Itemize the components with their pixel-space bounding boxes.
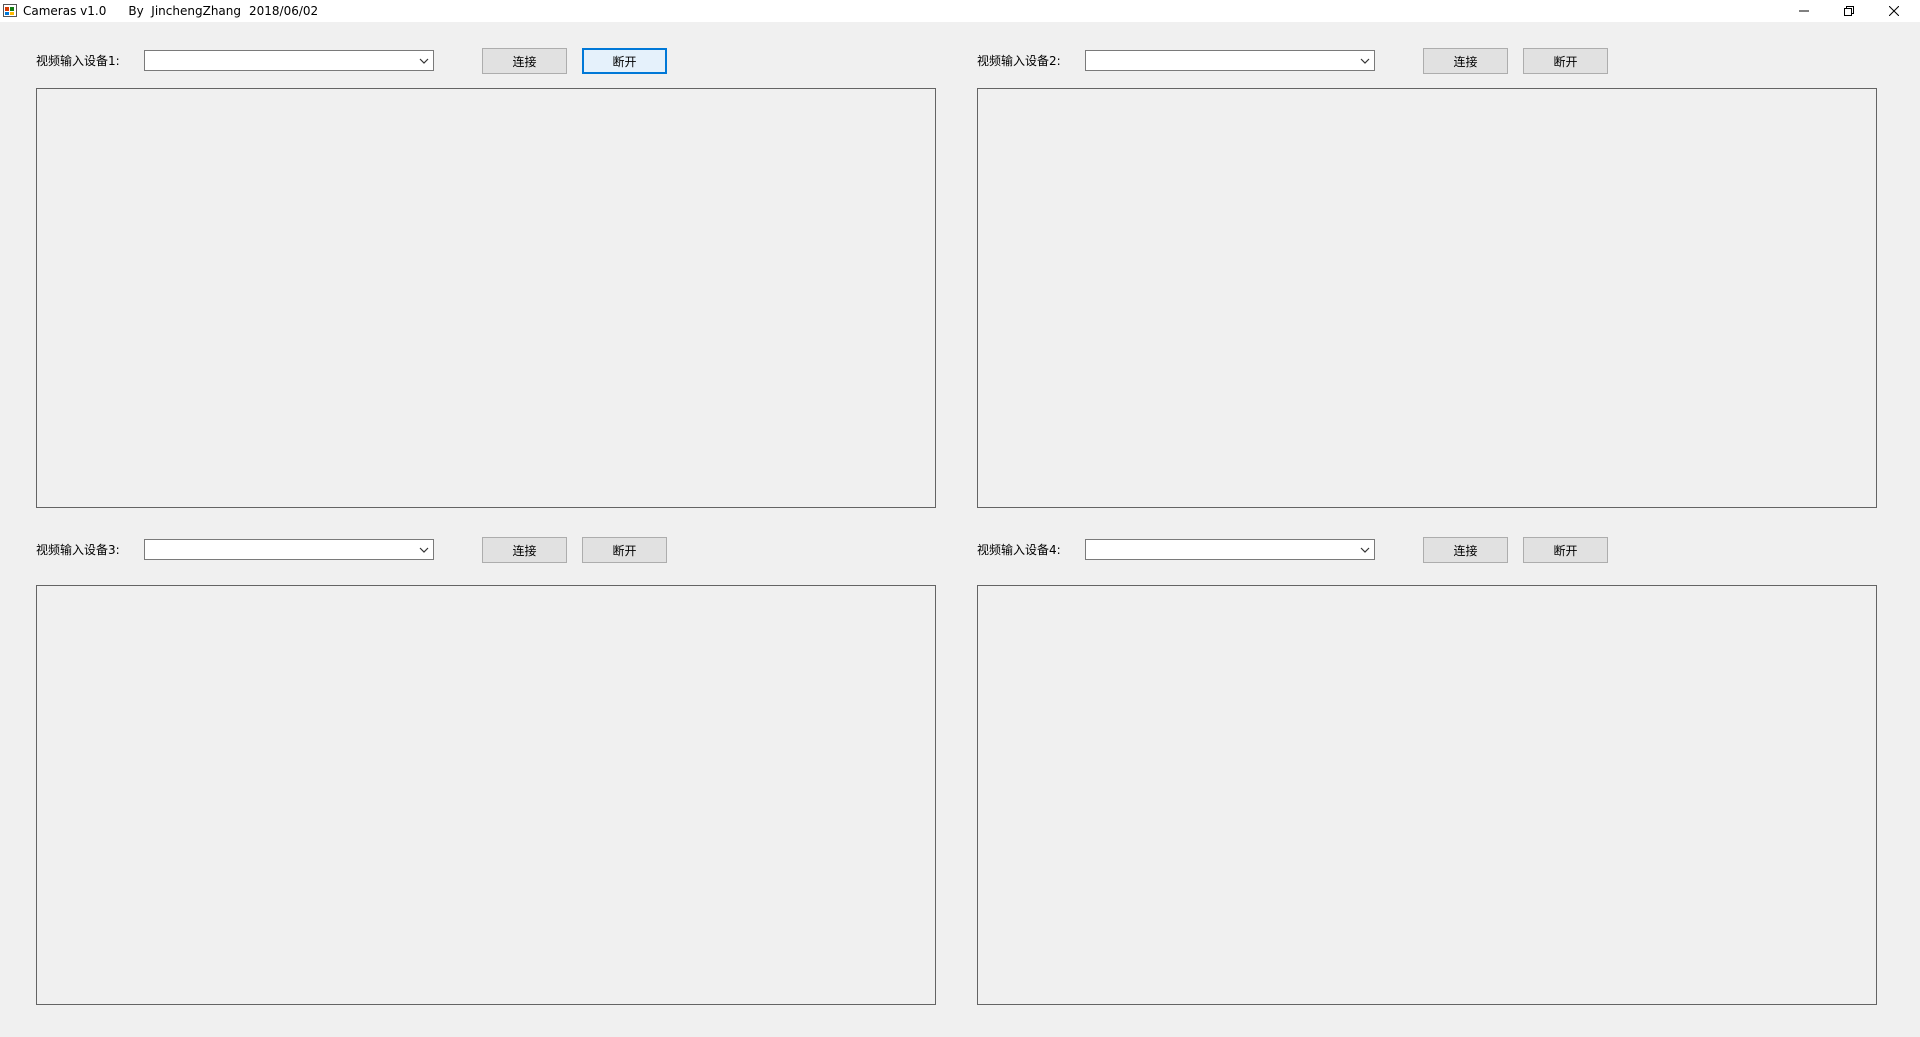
date-text: 2018/06/02	[249, 4, 319, 18]
device-label-3: 视频输入设备3:	[36, 543, 120, 557]
connect-button-2[interactable]: 连接	[1423, 48, 1508, 74]
disconnect-button-2[interactable]: 断开	[1523, 48, 1608, 74]
main-window: Cameras v1.0 By JinchengZhang 2018/06/02 视…	[0, 0, 1920, 1037]
device-select-1[interactable]	[144, 50, 434, 71]
chevron-down-icon	[1360, 58, 1370, 64]
close-button[interactable]	[1871, 0, 1917, 22]
device-row-3: 视频输入设备3: 连接 断开	[36, 536, 676, 564]
disconnect-button-3[interactable]: 断开	[582, 537, 667, 563]
disconnect-button-1[interactable]: 断开	[582, 48, 667, 74]
window-title: Cameras v1.0 By JinchengZhang 2018/06/02	[23, 3, 340, 19]
connect-button-4[interactable]: 连接	[1423, 537, 1508, 563]
minimize-icon	[1799, 10, 1809, 12]
device-label-1: 视频输入设备1:	[36, 54, 120, 68]
device-label-2: 视频输入设备2:	[977, 54, 1061, 68]
device-row-2: 视频输入设备2: 连接 断开	[977, 47, 1617, 75]
video-display-3	[36, 585, 936, 1005]
restore-icon	[1844, 6, 1854, 16]
chevron-down-icon	[419, 58, 429, 64]
device-select-4[interactable]	[1085, 539, 1375, 560]
close-icon	[1889, 6, 1899, 16]
title-bar[interactable]: Cameras v1.0 By JinchengZhang 2018/06/02	[0, 0, 1920, 22]
device-select-3[interactable]	[144, 539, 434, 560]
video-display-1	[36, 88, 936, 508]
device-label-4: 视频输入设备4:	[977, 543, 1061, 557]
author-text: By JinchengZhang	[128, 4, 241, 18]
connect-button-1[interactable]: 连接	[482, 48, 567, 74]
device-row-4: 视频输入设备4: 连接 断开	[977, 536, 1617, 564]
app-title: Cameras v1.0	[23, 4, 107, 18]
chevron-down-icon	[419, 547, 429, 553]
restore-button[interactable]	[1826, 0, 1872, 22]
app-icon	[3, 4, 17, 17]
disconnect-button-4[interactable]: 断开	[1523, 537, 1608, 563]
device-row-1: 视频输入设备1: 连接 断开	[36, 47, 676, 75]
connect-button-3[interactable]: 连接	[482, 537, 567, 563]
chevron-down-icon	[1360, 547, 1370, 553]
minimize-button[interactable]	[1781, 0, 1827, 22]
device-select-2[interactable]	[1085, 50, 1375, 71]
video-display-4	[977, 585, 1877, 1005]
video-display-2	[977, 88, 1877, 508]
